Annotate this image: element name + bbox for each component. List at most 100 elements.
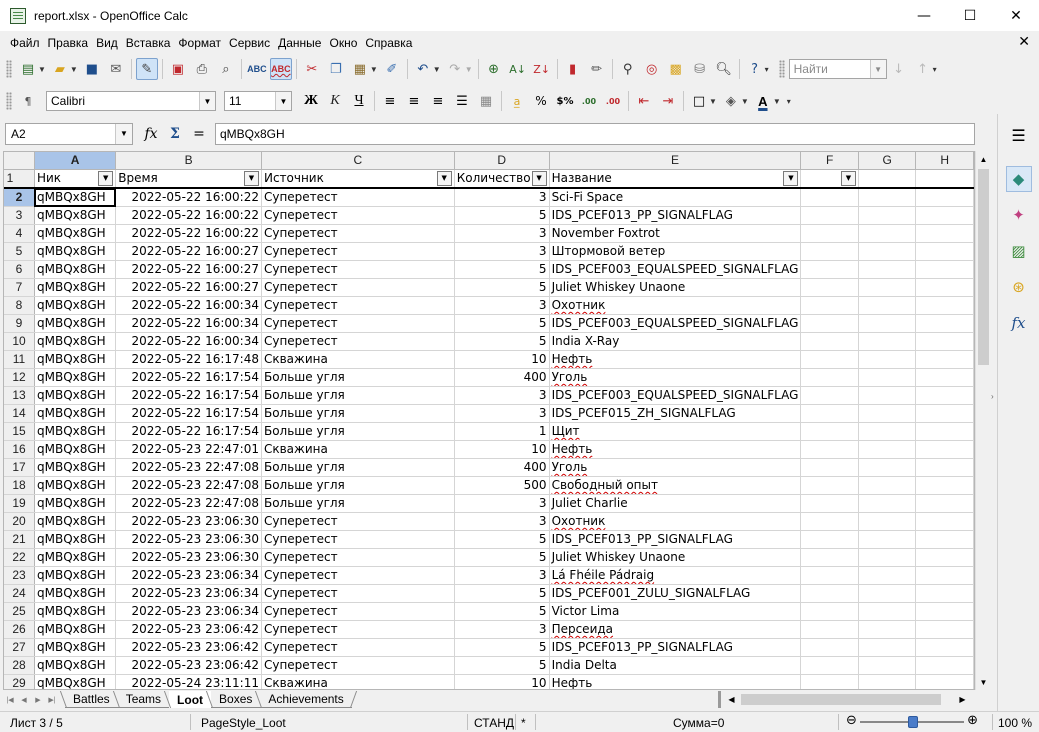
cell-quantity[interactable]: 5	[454, 260, 550, 279]
cell-empty[interactable]	[800, 188, 859, 207]
cell-nick[interactable]: qMBQx8GH	[34, 404, 117, 423]
sheet-tab-achievements[interactable]: Achievements	[260, 691, 352, 708]
cell-empty[interactable]	[800, 350, 859, 369]
row-header[interactable]: 21	[4, 530, 35, 549]
column-header-c[interactable]: C	[261, 152, 455, 170]
cell-nick[interactable]: qMBQx8GH	[34, 548, 117, 567]
row-header[interactable]: 1	[4, 169, 35, 189]
header-cell[interactable]: Название ▼	[549, 169, 802, 189]
cell-nick[interactable]: qMBQx8GH	[34, 188, 117, 207]
cell-name[interactable]: IDS_PCEF013_PP_SIGNALFLAG	[549, 638, 802, 657]
cell-name[interactable]: Щит	[549, 422, 802, 441]
cell-empty[interactable]	[858, 476, 917, 495]
cell-nick[interactable]: qMBQx8GH	[34, 512, 117, 531]
menu-data[interactable]: Данные	[274, 36, 325, 50]
cell-empty[interactable]	[915, 440, 974, 459]
cell-empty[interactable]	[800, 368, 859, 387]
cell-empty[interactable]	[800, 512, 859, 531]
cell-empty[interactable]	[858, 314, 917, 333]
cell-time[interactable]: 2022-05-24 23:11:11	[115, 674, 262, 689]
cell-source[interactable]: Суперетест	[261, 314, 455, 333]
hyperlink-icon[interactable]: ⊕	[483, 58, 505, 80]
cell-name[interactable]: India X-Ray	[549, 332, 802, 351]
cell-quantity[interactable]: 3	[454, 620, 550, 639]
font-size-dropdown-arrow-icon[interactable]: ▼	[275, 92, 291, 110]
row-header[interactable]: 15	[4, 422, 35, 441]
align-center-icon[interactable]: ≡	[403, 90, 425, 112]
vertical-scrollbar[interactable]: ▲ ▼	[975, 151, 990, 690]
cell-time[interactable]: 2022-05-23 23:06:30	[115, 530, 262, 549]
cell-empty[interactable]	[858, 512, 917, 531]
cell-name[interactable]: Juliet Whiskey Unaone	[549, 278, 802, 297]
cell-nick[interactable]: qMBQx8GH	[34, 224, 117, 243]
row-header[interactable]: 28	[4, 656, 35, 675]
menu-view[interactable]: Вид	[92, 36, 122, 50]
cell-source[interactable]: Суперетест	[261, 620, 455, 639]
row-header[interactable]: 16	[4, 440, 35, 459]
cell-empty[interactable]	[858, 386, 917, 405]
row-header[interactable]: 10	[4, 332, 35, 351]
cell-source[interactable]: Суперетест	[261, 530, 455, 549]
cell-empty[interactable]	[915, 548, 974, 567]
cell-empty[interactable]	[800, 206, 859, 225]
increase-indent-icon[interactable]: ⇥	[657, 90, 679, 112]
find-previous-icon[interactable]: ↑	[912, 58, 934, 80]
column-header-a[interactable]: A	[34, 152, 117, 170]
find-next-icon[interactable]: ↓	[888, 58, 910, 80]
cell-name[interactable]: November Foxtrot	[549, 224, 802, 243]
navigator-sidebar-icon[interactable]: ⊛	[1006, 274, 1032, 300]
cell-empty[interactable]	[915, 332, 974, 351]
tab-scroll-splitter[interactable]	[718, 691, 721, 708]
sheet-tab-battles[interactable]: Battles	[65, 691, 118, 708]
scroll-up-icon[interactable]: ▲	[976, 151, 991, 167]
cell-empty[interactable]	[858, 656, 917, 675]
cell-empty[interactable]	[915, 188, 974, 207]
find-input[interactable]: Найти ▼	[788, 59, 887, 79]
paste-dropdown-arrow-icon[interactable]: ▼	[370, 65, 378, 74]
cell-empty[interactable]	[800, 440, 859, 459]
cell-source[interactable]: Суперетест	[261, 332, 455, 351]
name-box-dropdown-arrow-icon[interactable]: ▼	[115, 123, 132, 144]
cell-nick[interactable]: qMBQx8GH	[34, 350, 117, 369]
cell-empty[interactable]	[915, 242, 974, 261]
export-pdf-icon[interactable]: ▣	[167, 58, 189, 80]
decrease-indent-icon[interactable]: ⇤	[633, 90, 655, 112]
cell-time[interactable]: 2022-05-22 16:00:34	[115, 314, 262, 333]
cell-empty[interactable]	[915, 224, 974, 243]
cell-empty[interactable]	[858, 278, 917, 297]
sheet-tab-boxes[interactable]: Boxes	[211, 691, 261, 708]
zoom-slider-knob[interactable]	[908, 716, 918, 728]
copy-icon[interactable]: ❐	[325, 58, 347, 80]
row-header[interactable]: 29	[4, 674, 35, 689]
cell-empty[interactable]	[915, 656, 974, 675]
open-folder-icon[interactable]: ▰	[49, 58, 71, 80]
cell-empty[interactable]	[915, 602, 974, 621]
cell-source[interactable]: Суперетест	[261, 188, 455, 207]
cell-empty[interactable]	[858, 566, 917, 585]
column-header-h[interactable]: H	[915, 152, 974, 170]
cell-time[interactable]: 2022-05-23 22:47:08	[115, 458, 262, 477]
cell-empty[interactable]	[915, 314, 974, 333]
header-cell[interactable]: ▼	[800, 169, 859, 189]
cell-source[interactable]: Суперетест	[261, 548, 455, 567]
vertical-scroll-thumb[interactable]	[978, 169, 989, 365]
cell-empty[interactable]	[858, 224, 917, 243]
cell-name[interactable]: Нефть	[549, 350, 802, 369]
cell-name[interactable]: Sci-Fi Space	[549, 188, 802, 207]
navigator-icon[interactable]: ◎	[641, 58, 663, 80]
cell-empty[interactable]	[858, 332, 917, 351]
row-header[interactable]: 8	[4, 296, 35, 315]
email-icon[interactable]: ✉	[105, 58, 127, 80]
autofilter-dropdown-icon[interactable]: ▼	[840, 171, 856, 186]
cell-source[interactable]: Суперетест	[261, 224, 455, 243]
cell-empty[interactable]	[858, 620, 917, 639]
data-sources-icon[interactable]: ⛁	[689, 58, 711, 80]
cell-quantity[interactable]: 5	[454, 278, 550, 297]
zoom-slider[interactable]: ⊖ ⊕	[846, 713, 980, 729]
cell-quantity[interactable]: 3	[454, 224, 550, 243]
function-button[interactable]: =	[187, 123, 211, 145]
cell-nick[interactable]: qMBQx8GH	[34, 260, 117, 279]
row-header[interactable]: 14	[4, 404, 35, 423]
sum-button[interactable]: Σ	[163, 123, 187, 145]
open-dropdown-arrow-icon[interactable]: ▼	[70, 65, 78, 74]
